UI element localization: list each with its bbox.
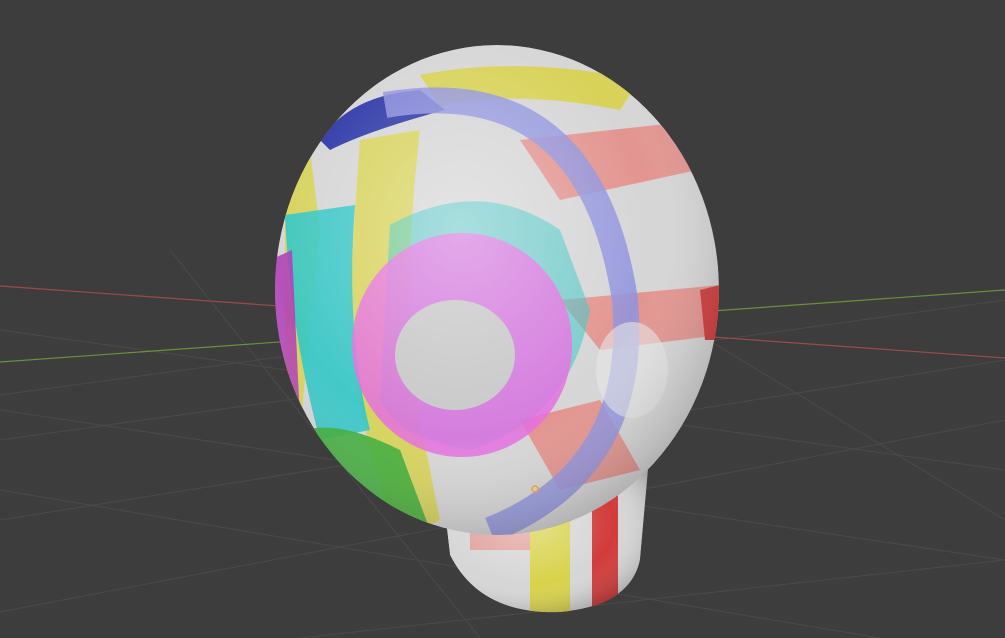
viewport-canvas[interactable]	[0, 0, 1005, 638]
head-mesh[interactable]	[270, 45, 720, 540]
3d-viewport[interactable]	[0, 0, 1005, 638]
